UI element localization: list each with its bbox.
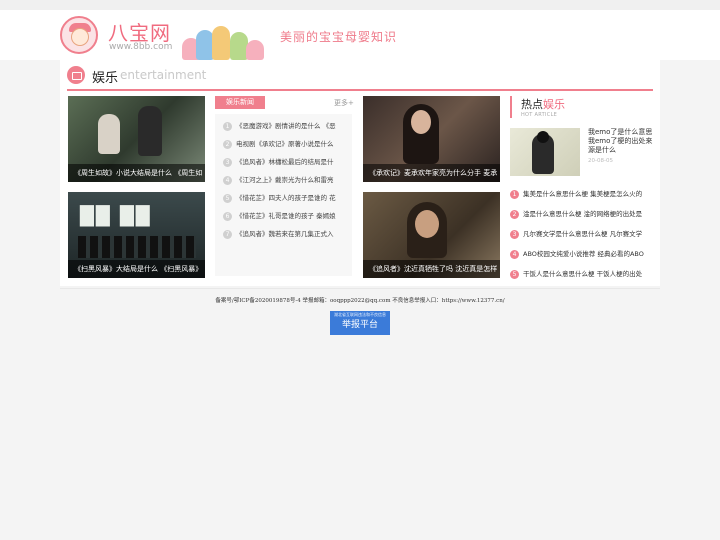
hot-item-text: 干饭人是什么意思什么梗 干饭人梗的出处 [523, 270, 643, 278]
card-caption: 《追风者》沈近真牺牲了吗 沈近真是怎样 [363, 260, 500, 278]
hot-item-text: 淦是什么意思什么梗 淦的网络梗的出处是 [523, 210, 643, 218]
image-card[interactable]: 《周生如故》小说大结局是什么 《周生如 [68, 96, 205, 182]
footer-divider [60, 288, 660, 289]
section-subtitle: entertainment [120, 68, 207, 82]
hot-subtitle: HOT ARTICLE [521, 112, 558, 118]
list-item-text: 《追风者》魏若来在第几集正式入 [236, 230, 334, 238]
hot-list-item[interactable]: 2 淦是什么意思什么梗 淦的网络梗的出处是 [510, 208, 654, 220]
list-item[interactable]: 6 《惜花芷》礼哥是谁的孩子 秦嫣娘 [223, 209, 348, 223]
card-caption: 《承欢记》麦承欢年家亮为什么分手 麦承 [363, 164, 500, 182]
list-item[interactable]: 7 《追风者》魏若来在第几集正式入 [223, 227, 348, 241]
tv-icon [67, 66, 85, 84]
section-title: 娱乐 [92, 71, 119, 86]
list-item-text: 《恶魔游戏》剧情讲的是什么 《恶 [236, 122, 336, 130]
hot-item-text: ABO校园文纯爱小说推荐 经典必看的ABO [523, 250, 644, 258]
section-divider [67, 89, 653, 91]
kids-illustration-icon [182, 24, 268, 60]
list-item-text: 电视剧《承欢记》原著小说是什么 [236, 140, 334, 148]
site-slogan: 美丽的宝宝母婴知识 [280, 30, 398, 44]
hot-item-text: 凡尔赛文学是什么意思什么梗 凡尔赛文学 [523, 230, 643, 238]
list-item[interactable]: 5 《惜花芷》四夫人的孩子是谁的 花 [223, 191, 348, 205]
hot-title: 热点娱乐 [521, 98, 565, 111]
top-strip [0, 0, 720, 10]
hot-featured-date: 20-08-05 [588, 158, 613, 164]
list-item-text: 《惜花芷》四夫人的孩子是谁的 花 [236, 194, 336, 202]
list-item-text: 《追风者》林櫹松最后的结局是什 [236, 158, 334, 166]
footer-text: 备案号/鄂ICP备2020019878号-4 举报邮箱：ooqppp2022@q… [215, 298, 505, 304]
more-link[interactable]: 更多+ [334, 98, 354, 108]
hot-accent-bar [510, 96, 512, 118]
hot-featured-title[interactable]: 我emo了是什么意思 我emo了梗的出处来源是什么 [588, 128, 654, 155]
hot-list-item[interactable]: 5 干饭人是什么意思什么梗 干饭人梗的出处 [510, 268, 654, 280]
news-list: 1 《恶魔游戏》剧情讲的是什么 《恶 2 电视剧《承欢记》原著小说是什么 3 《追风者… [215, 114, 352, 276]
hot-list-item[interactable]: 1 集美是什么意思什么梗 集美梗是怎么火的 [510, 188, 654, 200]
card-caption: 《扫黑风暴》大结局是什么 《扫黑风暴》 [68, 260, 205, 278]
site-header: 八宝网 www.8bb.com 美丽的宝宝母婴知识 [0, 10, 720, 60]
baby-logo-icon[interactable] [60, 16, 98, 54]
report-platform-button[interactable]: 湖北省互联网违法和不良信息 举报平台 [330, 311, 390, 335]
list-item[interactable]: 1 《恶魔游戏》剧情讲的是什么 《恶 [223, 119, 348, 133]
hot-list-item[interactable]: 3 凡尔赛文学是什么意思什么梗 凡尔赛文学 [510, 228, 654, 240]
list-item[interactable]: 3 《追风者》林櫹松最后的结局是什 [223, 155, 348, 169]
news-tab[interactable]: 娱乐新闻 [215, 96, 265, 109]
report-button-label: 举报平台 [341, 320, 378, 330]
image-card[interactable]: ██ ██ 《扫黑风暴》大结局是什么 《扫黑风暴》 [68, 192, 205, 278]
card-caption: 《周生如故》小说大结局是什么 《周生如 [68, 164, 205, 182]
list-item[interactable]: 4 《江河之上》戴崇光为什么和雷亮 [223, 173, 348, 187]
hot-featured-thumbnail[interactable] [510, 128, 580, 176]
image-card[interactable]: 《追风者》沈近真牺牲了吗 沈近真是怎样 [363, 192, 500, 278]
report-button-caption: 湖北省互联网违法和不良信息 [334, 312, 386, 317]
image-card[interactable]: 《承欢记》麦承欢年家亮为什么分手 麦承 [363, 96, 500, 182]
list-item[interactable]: 2 电视剧《承欢记》原著小说是什么 [223, 137, 348, 151]
hot-list-item[interactable]: 4 ABO校园文纯爱小说推荐 经典必看的ABO [510, 248, 654, 260]
list-item-text: 《江河之上》戴崇光为什么和雷亮 [236, 176, 334, 184]
logo-url: www.8bb.com [109, 42, 173, 52]
list-item-text: 《惜花芷》礼哥是谁的孩子 秦嫣娘 [236, 212, 336, 220]
hot-item-text: 集美是什么意思什么梗 集美梗是怎么火的 [523, 190, 643, 198]
